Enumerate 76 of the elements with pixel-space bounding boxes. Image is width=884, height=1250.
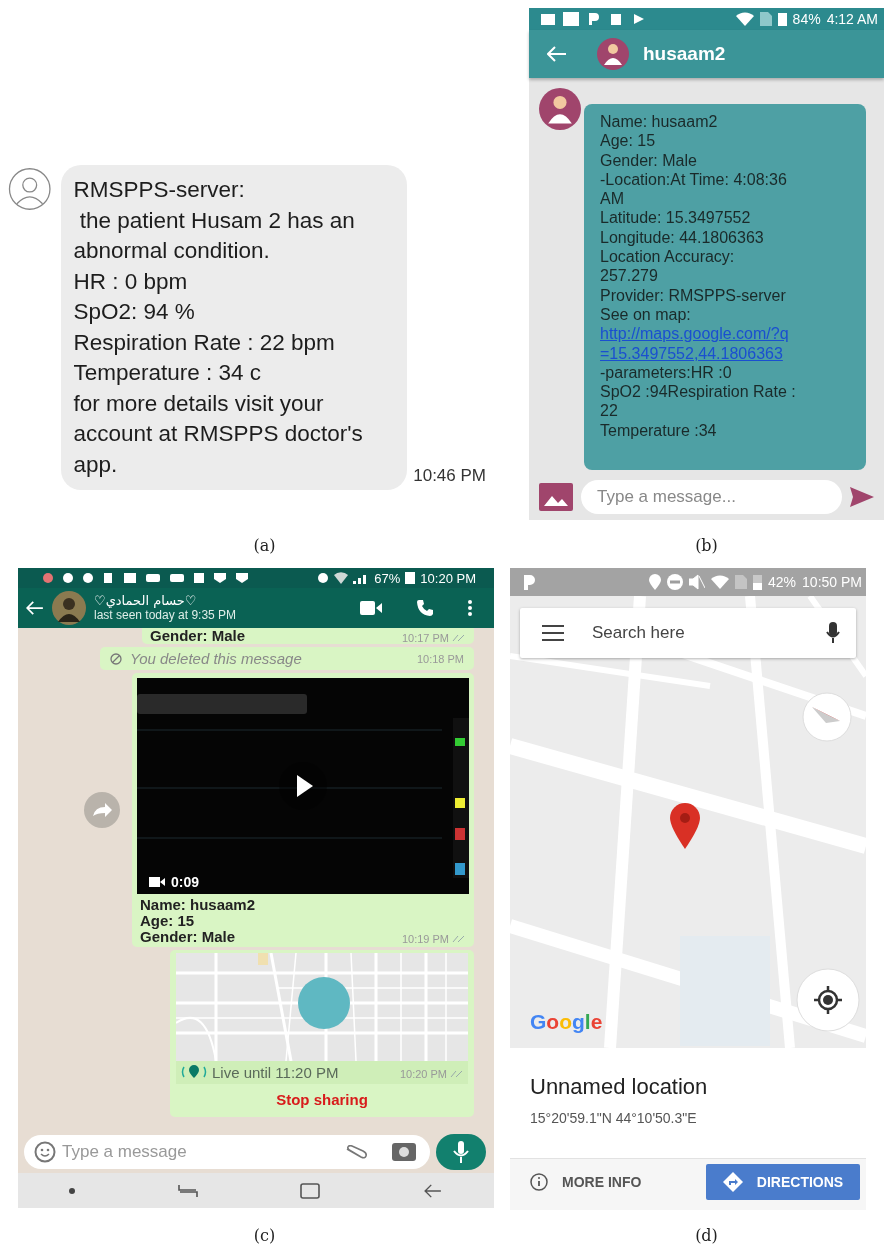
map-link[interactable]: http://maps.google.com/?q =15.3497552,44.1806363 bbox=[600, 324, 866, 363]
emoji-icon[interactable] bbox=[34, 1141, 56, 1163]
stop-sharing-button[interactable]: Stop sharing bbox=[176, 1084, 468, 1117]
microphone-button[interactable] bbox=[436, 1134, 486, 1170]
directions-button[interactable]: DIRECTIONS bbox=[706, 1163, 860, 1200]
figure-caption: (d) bbox=[694, 1225, 719, 1247]
dot-icon[interactable] bbox=[69, 1187, 76, 1194]
message-text: Name: husaam2 Age: 15 Gender: Male bbox=[140, 897, 256, 945]
message-text: Name: husaam2 Age: 15 Gender: Male -Location:At Time: 4:08:36 AM Latitude: 15.3497552 Longitude: 44.1806363 Location Accuracy: 257.279 Provider: RMSPPS-server See on map: bbox=[600, 112, 788, 325]
last-seen-text: last seen today at 9:35 PM bbox=[94, 608, 237, 623]
double-tick-icon bbox=[450, 1070, 464, 1078]
google-logo: Google bbox=[530, 1010, 603, 1034]
message-text: RMSPPS-server: the patient Husam 2 has an abnormal condition. HR : 0 bpm SpO2: 94 % Respiration Rate : 22 bpm Temperature : 34 c for more details visit your account at RMSPPS doctor's app. bbox=[73, 176, 364, 479]
message-time: 10:17 PM bbox=[401, 632, 449, 644]
map-pin-icon bbox=[670, 803, 700, 849]
phone-icon[interactable] bbox=[416, 599, 434, 617]
info-icon bbox=[530, 1172, 548, 1191]
directions-icon bbox=[722, 1171, 743, 1192]
battery-percent: 67% bbox=[374, 570, 401, 586]
video-duration: 0:09 bbox=[171, 874, 200, 890]
double-tick-icon bbox=[452, 634, 466, 642]
doctor-avatar-icon bbox=[597, 38, 629, 70]
battery-percent: 42% bbox=[768, 574, 797, 590]
message-time: 10:19 PM bbox=[401, 933, 449, 945]
battery-icon bbox=[405, 572, 416, 584]
more-options-icon[interactable] bbox=[468, 600, 472, 616]
wifi-icon bbox=[735, 12, 754, 26]
wifi-icon bbox=[711, 574, 730, 590]
no-sim-icon bbox=[735, 575, 748, 589]
image-icon[interactable] bbox=[539, 483, 573, 511]
wifi-icon bbox=[334, 572, 349, 584]
live-location-icon bbox=[180, 1065, 208, 1079]
video-call-icon[interactable] bbox=[360, 601, 382, 615]
my-location-button[interactable] bbox=[796, 968, 860, 1032]
figure-caption: (c) bbox=[252, 1225, 277, 1247]
message-time: 10:20 PM bbox=[399, 1068, 447, 1080]
status-time: 4:12 AM bbox=[826, 11, 878, 27]
video-camera-icon bbox=[149, 877, 165, 887]
microphone-icon[interactable] bbox=[826, 622, 840, 644]
status-time: 10:20 PM bbox=[420, 570, 476, 586]
coordinates-text: 15°20'59.1"N 44°10'50.3"E bbox=[530, 1110, 698, 1126]
double-tick-icon bbox=[452, 935, 466, 943]
live-until-text: Live until 11:20 PM bbox=[212, 1065, 340, 1080]
send-icon[interactable] bbox=[850, 487, 874, 507]
mute-icon bbox=[689, 574, 706, 590]
no-sim-icon bbox=[759, 12, 772, 26]
message-text: Gender: Male bbox=[150, 628, 246, 644]
blocked-icon bbox=[110, 652, 122, 665]
paperclip-icon[interactable] bbox=[344, 1145, 368, 1159]
message-input[interactable]: Type a message... bbox=[581, 480, 842, 514]
deleted-message-text: You deleted this message bbox=[130, 650, 303, 667]
back-arrow-icon[interactable] bbox=[422, 1183, 443, 1198]
battery-icon bbox=[753, 574, 763, 590]
message-input[interactable]: Type a message bbox=[24, 1135, 430, 1169]
home-icon[interactable] bbox=[300, 1182, 321, 1199]
avatar-icon bbox=[52, 591, 86, 625]
more-info-button[interactable]: MORE INFO bbox=[530, 1172, 642, 1191]
message-time: 10:18 PM bbox=[416, 652, 464, 665]
contact-name: ♡حسام الحمادي♡ bbox=[94, 593, 198, 609]
search-field[interactable]: Search here bbox=[520, 608, 856, 658]
contact-name: husaam2 bbox=[643, 43, 726, 65]
figure-caption: (a) bbox=[252, 535, 277, 557]
message-time: 10:46 PM bbox=[413, 466, 486, 486]
recent-apps-icon[interactable] bbox=[177, 1183, 198, 1198]
status-time: 10:50 PM bbox=[802, 574, 862, 590]
battery-icon bbox=[777, 12, 787, 26]
do-not-disturb-icon bbox=[667, 574, 684, 590]
message-text: -parameters:HR :0 SpO2 :94Respiration Rate : 22 Temperature :34 bbox=[600, 362, 797, 441]
battery-percent: 84% bbox=[792, 11, 821, 27]
camera-icon[interactable] bbox=[392, 1143, 416, 1161]
parking-icon bbox=[524, 574, 536, 590]
location-icon bbox=[649, 574, 662, 590]
doctor-avatar-icon bbox=[539, 88, 581, 130]
place-title: Unnamed location bbox=[530, 1074, 709, 1100]
figure-caption: (b) bbox=[694, 535, 719, 557]
menu-icon[interactable] bbox=[542, 625, 564, 641]
